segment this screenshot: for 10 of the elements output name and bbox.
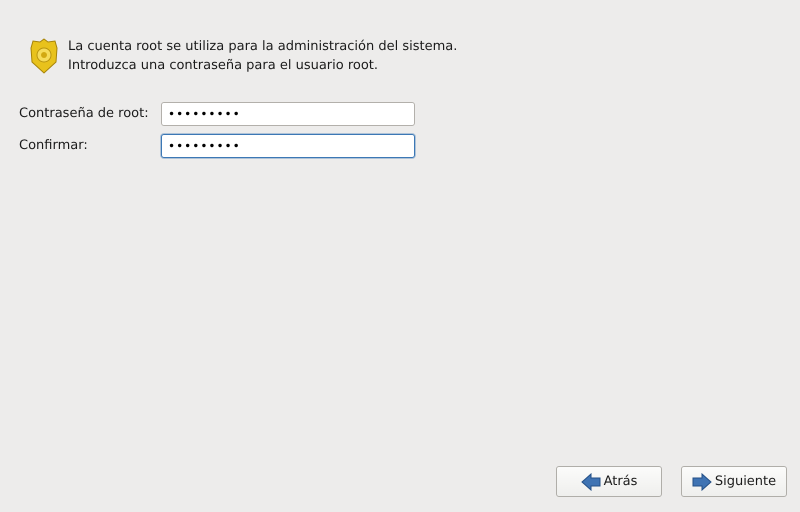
password-field[interactable]: ••••••••• (161, 134, 415, 158)
field-label: Confirmar: (19, 138, 89, 154)
left-arrow-icon (580, 472, 601, 490)
right-arrow-icon (692, 472, 712, 490)
field-label: Contraseña de root: (19, 106, 150, 122)
password-field[interactable]: ••••••••• (161, 102, 415, 126)
intro-text: La cuenta root se utiliza para la administración del sistema. Introduzca una contraseña para el usuario root. (68, 38, 458, 75)
next-button[interactable]: Siguiente (681, 466, 787, 497)
back-button[interactable]: Atrás (556, 466, 662, 497)
badge-icon (30, 38, 58, 74)
